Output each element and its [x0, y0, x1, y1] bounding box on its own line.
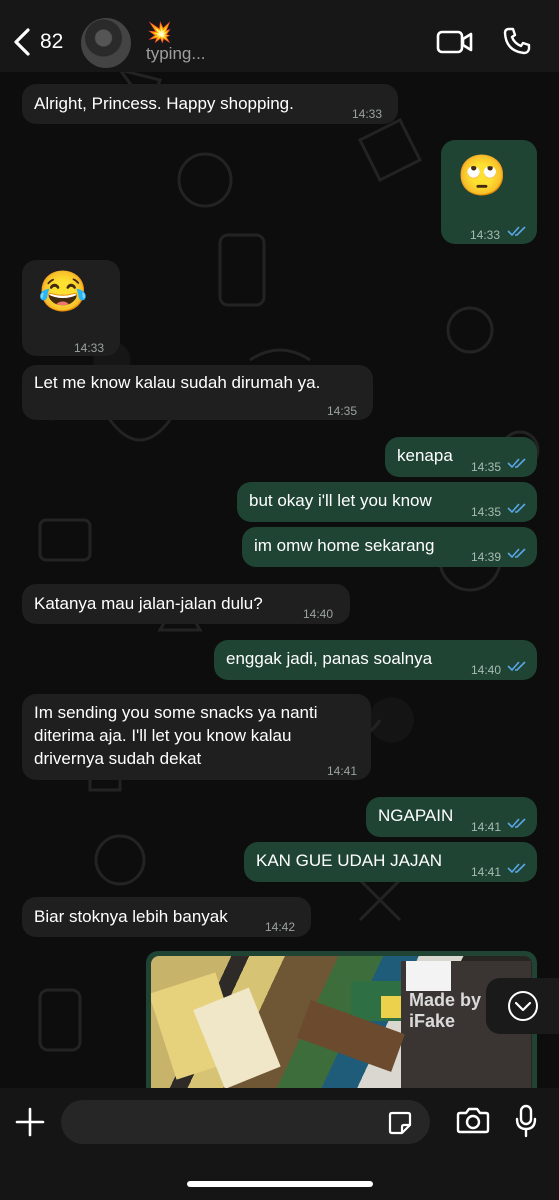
message-time: 14:35	[471, 460, 502, 474]
scroll-to-bottom-button[interactable]	[486, 978, 559, 1034]
message-outgoing[interactable]: but okay i'll let you know 14:35	[237, 482, 537, 522]
message-incoming[interactable]: Katanya mau jalan-jalan dulu? 14:40	[22, 584, 350, 624]
message-time: 14:35	[471, 505, 502, 519]
message-time: 14:33	[470, 228, 501, 242]
laughing-emoji: 😂	[38, 270, 88, 314]
read-receipt-icon	[507, 863, 526, 874]
message-time: 14:42	[265, 920, 296, 934]
message-time: 14:39	[471, 550, 502, 564]
message-outgoing-image[interactable]: Made by iFake	[146, 951, 537, 1091]
message-line-3: drivernya sudah dekat	[34, 749, 202, 768]
message-outgoing[interactable]: KAN GUE UDAH JAJAN 14:41	[244, 842, 537, 882]
message-text: Let me know kalau sudah dirumah ya.	[34, 373, 321, 392]
message-incoming[interactable]: Biar stoknya lebih banyak 14:42	[22, 897, 311, 937]
message-time: 14:33	[352, 107, 383, 121]
message-time: 14:40	[471, 663, 502, 677]
message-text: NGAPAIN	[378, 806, 454, 825]
video-call-icon[interactable]	[436, 28, 474, 56]
message-incoming[interactable]: Im sending you some snacks ya nanti dite…	[22, 694, 371, 780]
message-text: im omw home sekarang	[254, 536, 435, 555]
plus-icon[interactable]	[14, 1106, 46, 1138]
chat-header: 82 💥 typing...	[0, 0, 559, 72]
message-text: enggak jadi, panas soalnya	[226, 649, 433, 668]
message-text: Biar stoknya lebih banyak	[34, 907, 228, 926]
message-outgoing[interactable]: kenapa 14:35	[385, 437, 537, 477]
typing-status: typing...	[146, 44, 206, 63]
message-outgoing[interactable]: im omw home sekarang 14:39	[242, 527, 537, 567]
message-outgoing[interactable]: enggak jadi, panas soalnya 14:40	[214, 640, 537, 680]
message-time: 14:41	[471, 865, 502, 879]
microphone-icon[interactable]	[514, 1104, 538, 1138]
sticker-icon[interactable]	[387, 1110, 413, 1136]
back-chevron-icon[interactable]	[10, 24, 36, 60]
message-line-2: diterima aja. I'll let you know kalau	[34, 726, 292, 745]
message-time: 14:33	[74, 341, 105, 355]
read-receipt-icon	[507, 226, 526, 237]
contact-name-emoji[interactable]: 💥	[147, 20, 172, 45]
camera-icon[interactable]	[456, 1105, 490, 1135]
message-outgoing[interactable]: NGAPAIN 14:41	[366, 797, 537, 837]
message-outgoing-emoji[interactable]: 🙄 14:33	[441, 140, 537, 244]
message-text: Katanya mau jalan-jalan dulu?	[34, 594, 263, 613]
message-text: Alright, Princess. Happy shopping.	[34, 94, 294, 113]
voice-call-icon[interactable]	[502, 26, 532, 56]
message-time: 14:40	[303, 607, 334, 621]
message-time: 14:41	[327, 764, 358, 778]
message-incoming-emoji[interactable]: 😂 14:33	[22, 260, 120, 356]
read-receipt-icon	[507, 818, 526, 829]
home-indicator[interactable]	[187, 1181, 373, 1187]
chevron-down-icon	[508, 991, 538, 1021]
read-receipt-icon	[507, 503, 526, 514]
eye-roll-emoji: 🙄	[457, 154, 507, 198]
message-incoming[interactable]: Let me know kalau sudah dirumah ya. 14:3…	[22, 365, 373, 420]
snacks-photo[interactable]: Made by iFake	[151, 956, 532, 1091]
message-text: KAN GUE UDAH JAJAN	[256, 851, 443, 870]
read-receipt-icon	[507, 458, 526, 469]
message-input[interactable]	[61, 1100, 430, 1144]
contact-avatar[interactable]	[81, 18, 131, 68]
message-text: but okay i'll let you know	[249, 491, 432, 510]
message-incoming[interactable]: Alright, Princess. Happy shopping. 14:33	[22, 84, 398, 124]
read-receipt-icon	[507, 661, 526, 672]
message-line-1: Im sending you some snacks ya nanti	[34, 703, 318, 722]
read-receipt-icon	[507, 548, 526, 559]
message-text: kenapa	[397, 446, 453, 465]
message-time: 14:35	[327, 404, 358, 418]
message-time: 14:41	[471, 820, 502, 834]
unread-count[interactable]: 82	[40, 30, 63, 54]
